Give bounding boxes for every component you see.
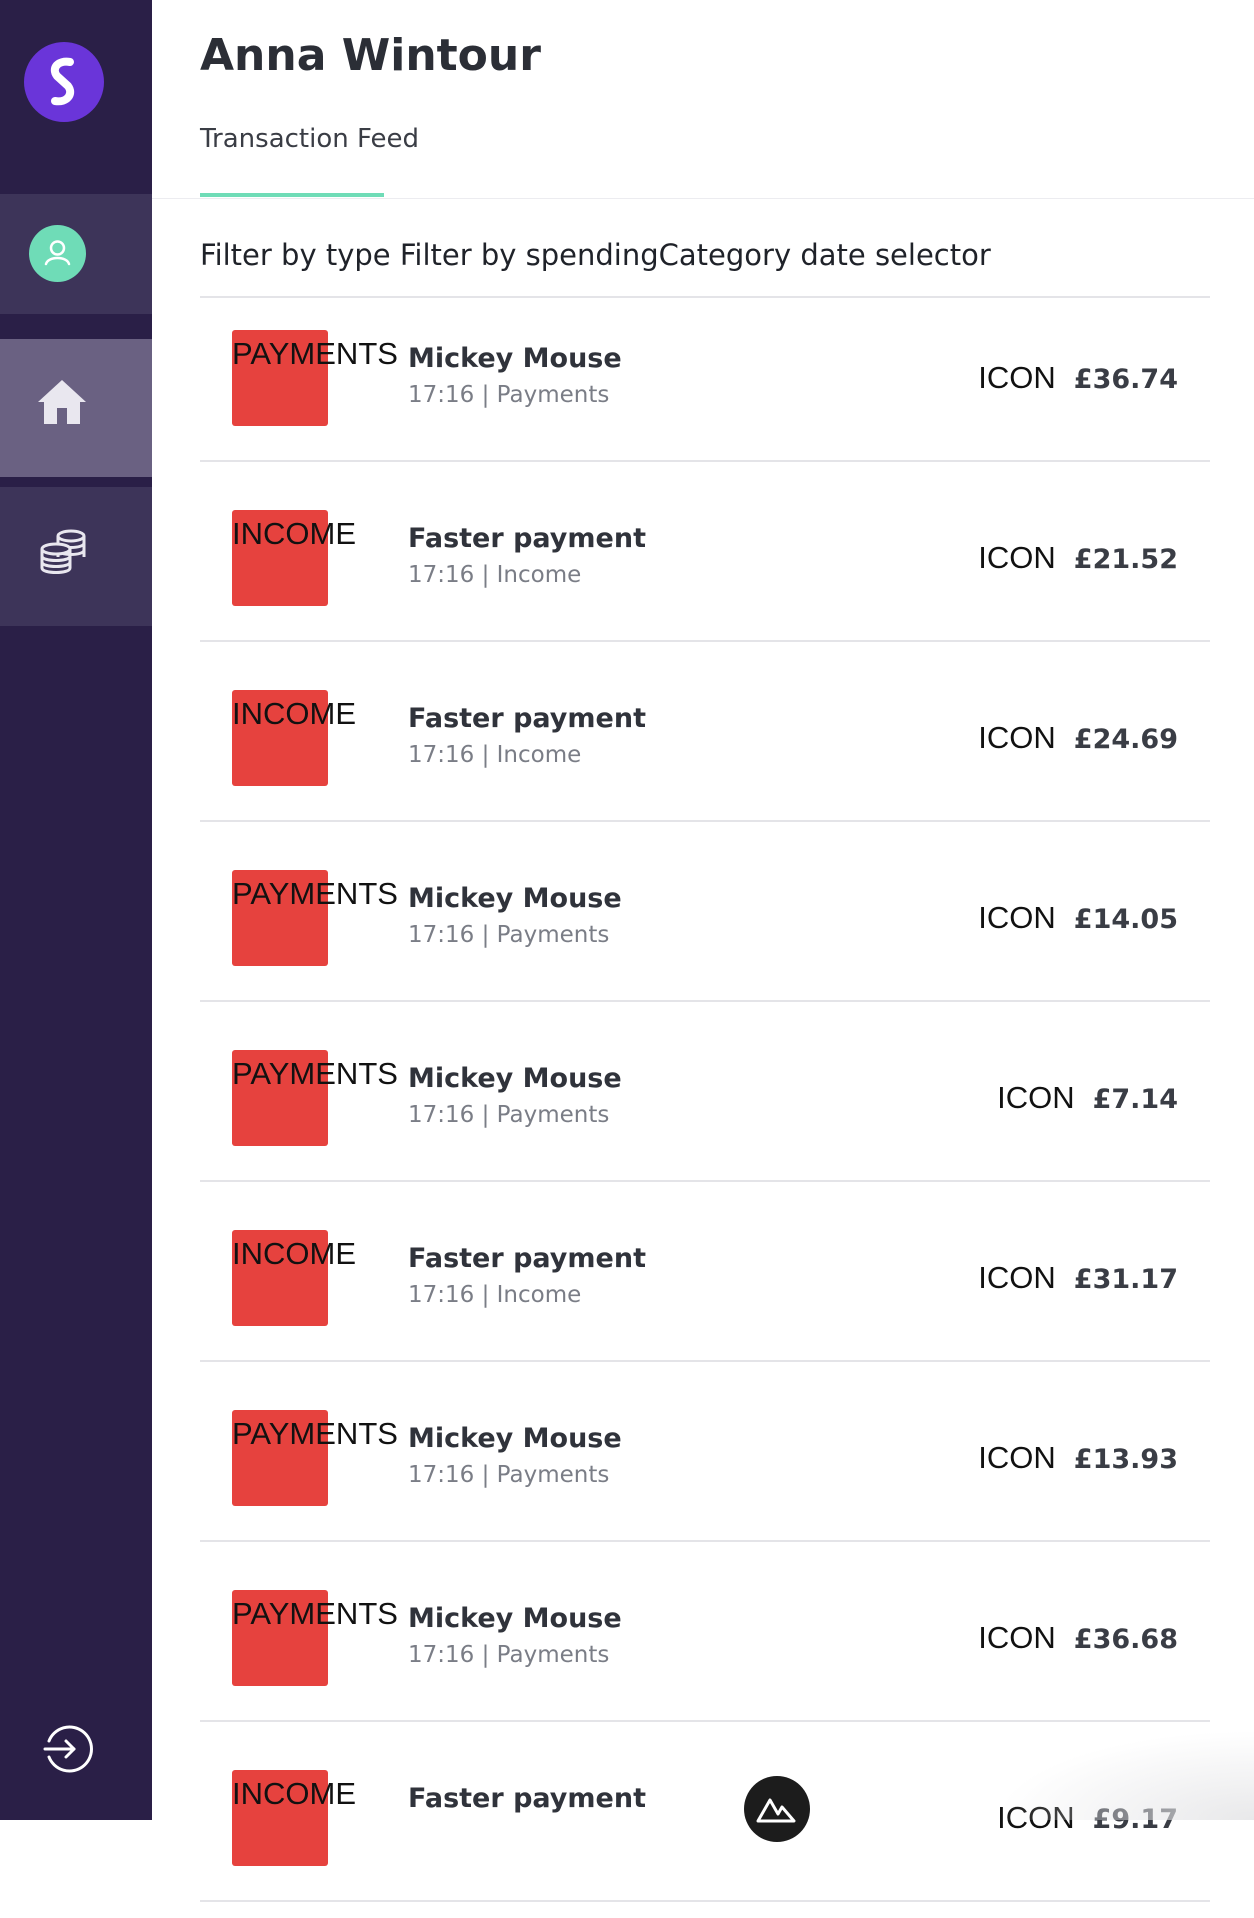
transaction-icon-placeholder: ICON (978, 540, 1056, 575)
logout-icon[interactable] (41, 1722, 95, 1776)
transaction-type-label: PAYMENTS (232, 1416, 398, 1451)
transaction-row[interactable]: INCOME Faster payment 17:16 | Income ICO… (200, 460, 1210, 642)
transaction-row[interactable]: PAYMENTS Mickey Mouse 17:16 | Payments I… (200, 1540, 1210, 1722)
active-tab-indicator (200, 193, 384, 197)
transaction-row[interactable]: INCOME Faster payment 17:16 | Income ICO… (200, 640, 1210, 822)
transaction-right: ICON £14.05 (978, 900, 1178, 936)
transaction-right: ICON £21.52 (978, 540, 1178, 576)
transaction-icon-placeholder: ICON (978, 1260, 1056, 1295)
transaction-icon-placeholder: ICON (997, 1800, 1075, 1835)
transaction-right: ICON £31.17 (978, 1260, 1178, 1296)
transaction-icon-placeholder: ICON (978, 360, 1056, 395)
transaction-type-label: PAYMENTS (232, 1056, 398, 1091)
logo-icon[interactable] (24, 42, 104, 122)
sidebar-item-home[interactable] (0, 339, 152, 477)
transaction-row[interactable]: PAYMENTS Mickey Mouse 17:16 | Payments I… (200, 1360, 1210, 1542)
transaction-amount: £36.68 (1073, 1624, 1178, 1655)
transaction-right: ICON £7.14 (997, 1080, 1178, 1116)
transaction-type-label: PAYMENTS (232, 876, 398, 911)
transaction-meta: 17:16 | Payments (408, 1102, 610, 1128)
transaction-type-label: INCOME (232, 516, 356, 551)
page-title: Anna Wintour (200, 30, 541, 81)
transaction-type-label: PAYMENTS (232, 336, 398, 371)
transaction-name: Faster payment (408, 703, 646, 734)
transaction-meta: 17:16 | Income (408, 1282, 582, 1308)
transaction-right: ICON £24.69 (978, 720, 1178, 756)
transaction-name: Mickey Mouse (408, 1063, 622, 1094)
transaction-name: Faster payment (408, 1243, 646, 1274)
transaction-amount: £21.52 (1073, 544, 1178, 575)
transaction-icon-placeholder: ICON (978, 720, 1056, 755)
transaction-name: Mickey Mouse (408, 883, 622, 914)
sidebar-item-coins[interactable] (0, 487, 152, 626)
transaction-icon-placeholder: ICON (978, 900, 1056, 935)
transaction-icon-placeholder: ICON (978, 1440, 1056, 1475)
transaction-meta: 17:16 | Payments (408, 922, 610, 948)
transaction-meta: 17:16 | Payments (408, 1462, 610, 1488)
main-content: Anna Wintour Transaction Feed Filter by … (152, 0, 1254, 1902)
transaction-meta: 17:16 | Income (408, 562, 582, 588)
transaction-row[interactable]: INCOME Faster payment 17:16 | Income ICO… (200, 1180, 1210, 1362)
transaction-name: Mickey Mouse (408, 343, 622, 374)
transaction-right: ICON £36.74 (978, 360, 1178, 396)
transaction-amount: £24.69 (1073, 724, 1178, 755)
sidebar-item-profile[interactable] (0, 194, 152, 314)
transaction-meta: 17:16 | Payments (408, 382, 610, 408)
transaction-amount: £13.93 (1073, 1444, 1178, 1475)
nuxt-devtools-icon[interactable] (744, 1776, 810, 1842)
filter-bar[interactable]: Filter by type Filter by spendingCategor… (200, 238, 991, 272)
transaction-right: ICON £36.68 (978, 1620, 1178, 1656)
transaction-name: Faster payment (408, 523, 646, 554)
transaction-type-label: INCOME (232, 1236, 356, 1271)
transaction-type-label: INCOME (232, 1776, 356, 1811)
transaction-meta: 17:16 | Income (408, 742, 582, 768)
transaction-row[interactable]: PAYMENTS Mickey Mouse 17:16 | Payments I… (200, 298, 1210, 462)
transaction-row[interactable]: PAYMENTS Mickey Mouse 17:16 | Payments I… (200, 820, 1210, 1002)
transaction-amount: £7.14 (1092, 1084, 1178, 1115)
transaction-right: ICON £9.17 (997, 1800, 1178, 1836)
home-icon (35, 377, 89, 427)
user-icon (29, 225, 86, 282)
transaction-meta: 17:16 | Payments (408, 1642, 610, 1668)
transaction-name: Mickey Mouse (408, 1603, 622, 1634)
transaction-amount: £14.05 (1073, 904, 1178, 935)
transaction-type-label: INCOME (232, 696, 356, 731)
transaction-right: ICON £13.93 (978, 1440, 1178, 1476)
tab-transaction-feed[interactable]: Transaction Feed (200, 124, 419, 154)
header-divider (152, 198, 1254, 199)
coins-icon (36, 527, 90, 575)
transaction-row[interactable]: PAYMENTS Mickey Mouse 17:16 | Payments I… (200, 1000, 1210, 1182)
sidebar (0, 0, 152, 1820)
transaction-type-label: PAYMENTS (232, 1596, 398, 1631)
transaction-amount: £31.17 (1073, 1264, 1178, 1295)
transaction-list: PAYMENTS Mickey Mouse 17:16 | Payments I… (200, 298, 1210, 1918)
transaction-icon-placeholder: ICON (978, 1620, 1056, 1655)
transaction-icon-placeholder: ICON (997, 1080, 1075, 1115)
transaction-name: Mickey Mouse (408, 1423, 622, 1454)
transaction-row[interactable]: INCOME Faster payment ICON £9.17 (200, 1720, 1210, 1902)
transaction-name: Faster payment (408, 1783, 646, 1814)
transaction-amount: £36.74 (1073, 364, 1178, 395)
